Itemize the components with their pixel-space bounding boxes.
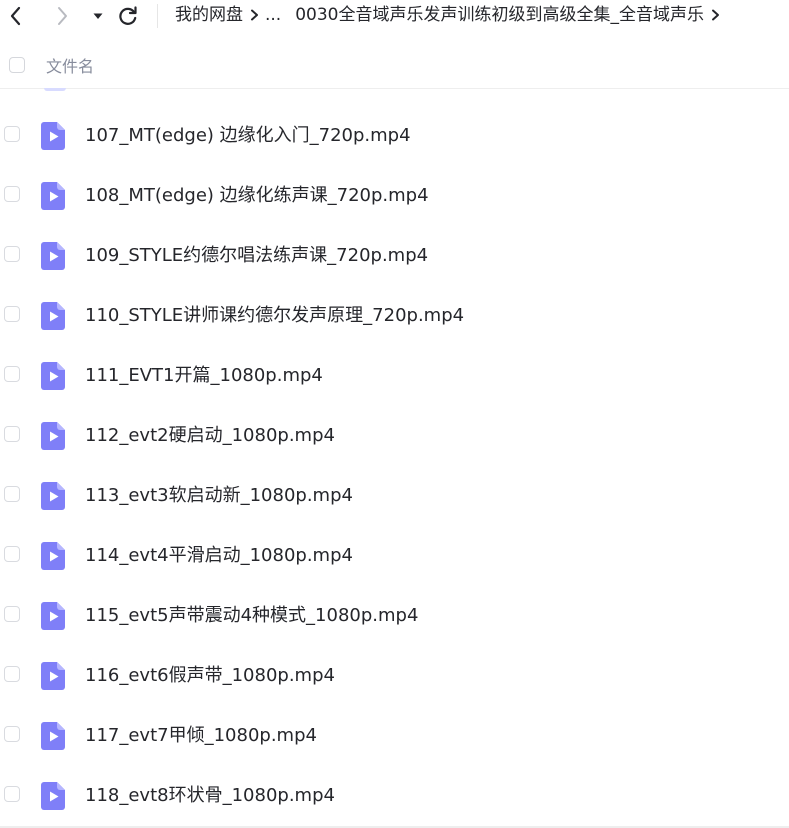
file-name[interactable]: 108_MT(edge) 边缘化练声课_720p.mp4 <box>85 183 429 209</box>
video-file-icon <box>41 182 65 210</box>
file-checkbox[interactable] <box>4 726 20 742</box>
file-name[interactable]: 114_evt4平滑启动_1080p.mp4 <box>85 543 353 569</box>
navigation-bar: 我的网盘 ... 0030全音域声乐发声训练初级到高级全集_全音域声乐 <box>0 0 789 32</box>
breadcrumb-current-folder[interactable]: 0030全音域声乐发声训练初级到高级全集_全音域声乐 <box>295 3 704 27</box>
file-checkbox[interactable] <box>4 606 20 622</box>
back-button[interactable] <box>2 2 30 30</box>
video-file-icon <box>41 422 65 450</box>
refresh-icon <box>117 5 139 27</box>
file-name[interactable]: 111_EVT1开篇_1080p.mp4 <box>85 363 323 389</box>
file-list: 107_MT(edge) 边缘化入门_720p.mp4 108_MT(edge) … <box>0 106 789 826</box>
file-checkbox[interactable] <box>4 246 20 262</box>
file-row[interactable]: 118_evt8环状骨_1080p.mp4 <box>0 766 789 826</box>
video-file-icon <box>41 122 65 150</box>
file-name[interactable]: 116_evt6假声带_1080p.mp4 <box>85 663 335 689</box>
file-checkbox[interactable] <box>4 366 20 382</box>
file-name[interactable]: 115_evt5声带震动4种模式_1080p.mp4 <box>85 603 418 629</box>
file-checkbox[interactable] <box>4 486 20 502</box>
file-checkbox[interactable] <box>4 126 20 142</box>
file-row[interactable]: 115_evt5声带震动4种模式_1080p.mp4 <box>0 586 789 646</box>
column-header-filename[interactable]: 文件名 <box>46 55 94 79</box>
file-name[interactable]: 113_evt3软启动新_1080p.mp4 <box>85 483 353 509</box>
file-row[interactable]: 117_evt7甲倾_1080p.mp4 <box>0 706 789 766</box>
file-list-header: 文件名 <box>0 46 789 89</box>
history-dropdown-button[interactable] <box>84 2 112 30</box>
file-row[interactable]: 107_MT(edge) 边缘化入门_720p.mp4 <box>0 106 789 166</box>
video-file-icon <box>41 782 65 810</box>
file-checkbox[interactable] <box>4 306 20 322</box>
file-row[interactable]: 111_EVT1开篇_1080p.mp4 <box>0 346 789 406</box>
file-name[interactable]: 117_evt7甲倾_1080p.mp4 <box>85 723 317 749</box>
chevron-right-icon <box>54 5 70 27</box>
caret-down-icon <box>92 10 104 22</box>
select-all-checkbox[interactable] <box>9 57 25 73</box>
file-row[interactable]: 109_STYLE约德尔唱法练声课_720p.mp4 <box>0 226 789 286</box>
file-name[interactable]: 110_STYLE讲师课约德尔发声原理_720p.mp4 <box>85 303 464 329</box>
file-checkbox[interactable] <box>4 426 20 442</box>
file-row[interactable]: 108_MT(edge) 边缘化练声课_720p.mp4 <box>0 166 789 226</box>
chevron-left-icon <box>8 5 24 27</box>
file-checkbox[interactable] <box>4 186 20 202</box>
video-file-icon <box>41 602 65 630</box>
video-file-icon <box>41 482 65 510</box>
file-row[interactable]: 110_STYLE讲师课约德尔发声原理_720p.mp4 <box>0 286 789 346</box>
file-checkbox[interactable] <box>4 666 20 682</box>
file-row[interactable]: 114_evt4平滑启动_1080p.mp4 <box>0 526 789 586</box>
video-file-icon <box>41 362 65 390</box>
video-file-icon <box>41 302 65 330</box>
video-file-icon <box>41 542 65 570</box>
video-file-icon <box>41 662 65 690</box>
refresh-button[interactable] <box>114 2 142 30</box>
video-file-icon <box>44 88 66 91</box>
video-file-icon <box>41 242 65 270</box>
file-row[interactable]: 113_evt3软启动新_1080p.mp4 <box>0 466 789 526</box>
file-row[interactable]: 116_evt6假声带_1080p.mp4 <box>0 646 789 706</box>
file-name[interactable]: 118_evt8环状骨_1080p.mp4 <box>85 783 335 809</box>
file-checkbox[interactable] <box>4 786 20 802</box>
file-name[interactable]: 109_STYLE约德尔唱法练声课_720p.mp4 <box>85 243 428 269</box>
file-row[interactable]: 112_evt2硬启动_1080p.mp4 <box>0 406 789 466</box>
video-file-icon <box>41 722 65 750</box>
forward-button[interactable] <box>48 2 76 30</box>
file-browser: 我的网盘 ... 0030全音域声乐发声训练初级到高级全集_全音域声乐 文件名 … <box>0 0 789 828</box>
file-name[interactable]: 107_MT(edge) 边缘化入门_720p.mp4 <box>85 123 411 149</box>
breadcrumb-ellipsis[interactable]: ... <box>265 3 281 27</box>
file-name[interactable]: 112_evt2硬启动_1080p.mp4 <box>85 423 335 449</box>
chevron-right-icon <box>704 3 726 27</box>
chevron-right-icon <box>243 3 265 27</box>
nav-divider <box>157 4 158 28</box>
breadcrumb-root[interactable]: 我的网盘 <box>175 3 243 27</box>
file-checkbox[interactable] <box>4 546 20 562</box>
breadcrumb: 我的网盘 ... 0030全音域声乐发声训练初级到高级全集_全音域声乐 <box>175 3 726 27</box>
